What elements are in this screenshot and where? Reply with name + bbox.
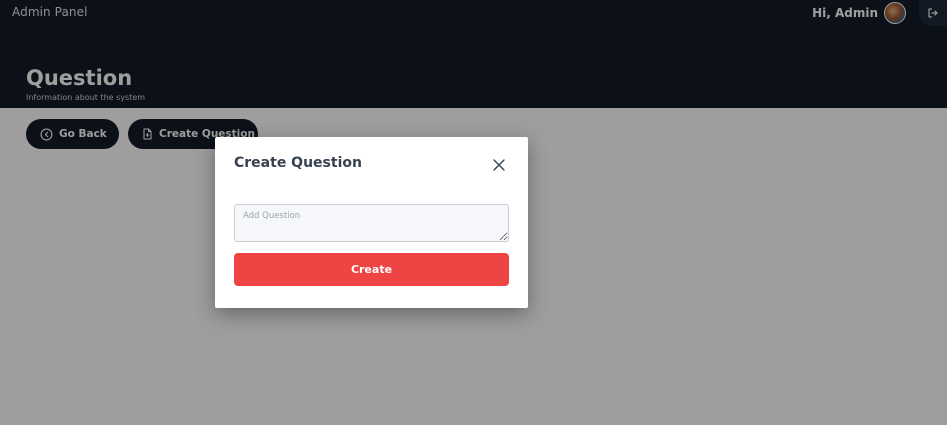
create-question-modal: Create Question Create: [215, 137, 528, 308]
create-button[interactable]: Create: [234, 253, 509, 286]
close-icon: [493, 159, 505, 171]
close-button[interactable]: [492, 157, 506, 171]
question-textarea[interactable]: [234, 204, 509, 242]
modal-title: Create Question: [234, 155, 362, 171]
